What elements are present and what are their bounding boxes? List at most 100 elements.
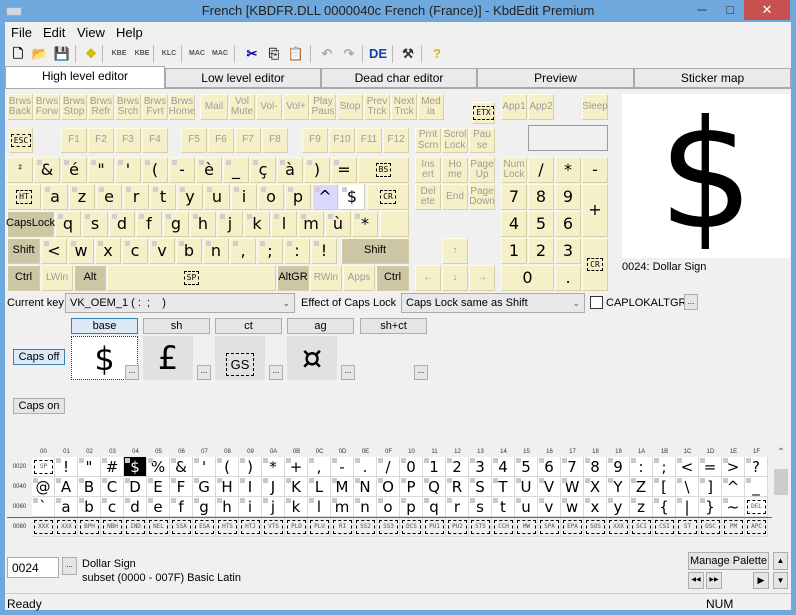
key-F7[interactable]: F7 (235, 128, 261, 153)
grid-char-cell[interactable]: SSA (170, 517, 193, 537)
key-App2[interactable]: App2 (528, 94, 554, 120)
key-y[interactable]: y (177, 184, 203, 210)
grid-char-cell[interactable]: DEL (745, 497, 768, 517)
key-Ctrl[interactable]: Ctrl (376, 265, 409, 291)
key-BrwsForw[interactable]: Brws Forw (34, 94, 60, 120)
key-BrwsRefr[interactable]: Brws Refr (88, 94, 114, 120)
grid-char-cell[interactable]: X (584, 477, 607, 497)
grid-char-cell[interactable]: PU1 (423, 517, 446, 537)
grid-char-cell[interactable]: SS3 (377, 517, 400, 537)
grid-char-cell[interactable]: PLD (285, 517, 308, 537)
key-char[interactable]: ! (311, 238, 337, 264)
grid-char-cell[interactable]: % (147, 457, 170, 477)
menu-edit[interactable]: Edit (43, 25, 65, 40)
char-more-button[interactable]: ... (269, 365, 283, 380)
grid-char-cell[interactable]: x (584, 497, 607, 517)
grid-char-cell[interactable]: y (607, 497, 630, 517)
key-VolMute[interactable]: Vol Mute (229, 94, 255, 120)
shift-state-tab-ct[interactable]: ct (215, 318, 282, 334)
key-Mail[interactable]: Mail (200, 94, 228, 120)
key-char[interactable]: ( (142, 157, 168, 183)
kbe-save-icon[interactable]: KBE (133, 45, 151, 63)
key-char[interactable]: ^ (312, 184, 338, 210)
key-char[interactable]: ↑ (442, 238, 468, 264)
mac-save-icon[interactable]: MAC (211, 45, 229, 63)
grid-char-cell[interactable]: RI (331, 517, 354, 537)
scroll-up-icon[interactable]: ⌃ (772, 447, 790, 463)
key-a[interactable]: a (42, 184, 68, 210)
grid-char-cell[interactable]: ' (193, 457, 216, 477)
open-folder-icon[interactable]: 📂 (31, 45, 49, 63)
tab-sticker-map[interactable]: Sticker map (634, 68, 791, 88)
grid-char-cell[interactable]: HTJ (239, 517, 262, 537)
key-char[interactable]: + (582, 184, 608, 237)
kbe-open-icon[interactable]: KBE (110, 45, 128, 63)
key-char[interactable]: ; (257, 238, 283, 264)
key-m[interactable]: m (298, 211, 324, 237)
grid-char-cell[interactable]: CCH (492, 517, 515, 537)
key-ScrolLock[interactable]: Scrol Lock (442, 128, 468, 153)
grid-char-cell[interactable]: PU2 (446, 517, 469, 537)
tab-low-level-editor[interactable]: Low level editor (165, 68, 321, 88)
key-char[interactable]: / (528, 157, 554, 183)
key-t[interactable]: t (150, 184, 176, 210)
shift-state-tab-base[interactable]: base (71, 318, 138, 334)
grid-char-cell[interactable]: PM (722, 517, 745, 537)
grid-char-cell[interactable]: 8 (584, 457, 607, 477)
key-0[interactable]: 0 (501, 265, 554, 291)
grid-char-cell[interactable]: J (262, 477, 285, 497)
key-u[interactable]: u (204, 184, 230, 210)
grid-char-cell[interactable]: / (377, 457, 400, 477)
grid-char-cell[interactable]: L (308, 477, 331, 497)
key-char[interactable]: ² (7, 157, 33, 183)
grid-char-cell[interactable]: 6 (538, 457, 561, 477)
key-PrevTrck[interactable]: Prev Trck (364, 94, 390, 120)
grid-char-cell[interactable]: M (331, 477, 354, 497)
key-char[interactable]: à (277, 157, 303, 183)
grid-char-cell[interactable]: ST (676, 517, 699, 537)
grid-char-cell[interactable]: 0 (400, 457, 423, 477)
grid-char-cell[interactable]: 4 (492, 457, 515, 477)
tools-icon[interactable]: ⚒ (399, 45, 417, 63)
grid-char-cell[interactable]: IND (124, 517, 147, 537)
shift-state-tab-sh[interactable]: sh (143, 318, 210, 334)
grid-char-cell[interactable]: XXX (607, 517, 630, 537)
key-char[interactable]: - (582, 157, 608, 183)
char-more-button[interactable]: ... (125, 365, 139, 380)
caplokaltgr-checkbox[interactable] (590, 296, 603, 309)
key-ESC[interactable]: ESC (9, 128, 33, 153)
key-LWin[interactable]: LWin (41, 265, 73, 291)
tab-preview[interactable]: Preview (477, 68, 634, 88)
package-icon[interactable]: ❖ (82, 45, 100, 63)
key-char[interactable]: ↓ (442, 265, 468, 291)
grid-char-cell[interactable]: R (446, 477, 469, 497)
grid-char-cell[interactable]: DCS (400, 517, 423, 537)
grid-char-cell[interactable]: U (515, 477, 538, 497)
key-char[interactable]: & (34, 157, 60, 183)
key-char[interactable]: * (352, 211, 378, 237)
key-SP[interactable]: SP (107, 265, 276, 291)
grid-char-cell[interactable]: ? (745, 457, 768, 477)
key-z[interactable]: z (69, 184, 95, 210)
grid-char-cell[interactable]: V (538, 477, 561, 497)
close-button[interactable]: ✕ (744, 0, 790, 20)
next-page-button[interactable]: ▶▶ (706, 572, 722, 589)
menu-view[interactable]: View (77, 25, 105, 40)
key-Home[interactable]: Ho me (442, 157, 468, 183)
grid-char-cell[interactable]: u (515, 497, 538, 517)
grid-char-cell[interactable]: 1 (423, 457, 446, 477)
key-char[interactable]: → (469, 265, 495, 291)
key-Media[interactable]: Med ia (418, 94, 444, 120)
grid-char-cell[interactable]: j (262, 497, 285, 517)
grid-char-cell[interactable]: Y (607, 477, 630, 497)
key-BrwsStop[interactable]: Brws Stop (61, 94, 87, 120)
key-Alt[interactable]: Alt (74, 265, 106, 291)
key-8[interactable]: 8 (528, 184, 554, 210)
key-PageUp[interactable]: Page Up (469, 157, 495, 183)
key-BrwsHome[interactable]: Brws Home (169, 94, 195, 120)
grid-char-cell[interactable]: c (101, 497, 124, 517)
grid-char-cell[interactable]: PLU (308, 517, 331, 537)
grid-char-cell[interactable]: ) (239, 457, 262, 477)
grid-char-cell[interactable]: . (354, 457, 377, 477)
key-F3[interactable]: F3 (115, 128, 141, 153)
